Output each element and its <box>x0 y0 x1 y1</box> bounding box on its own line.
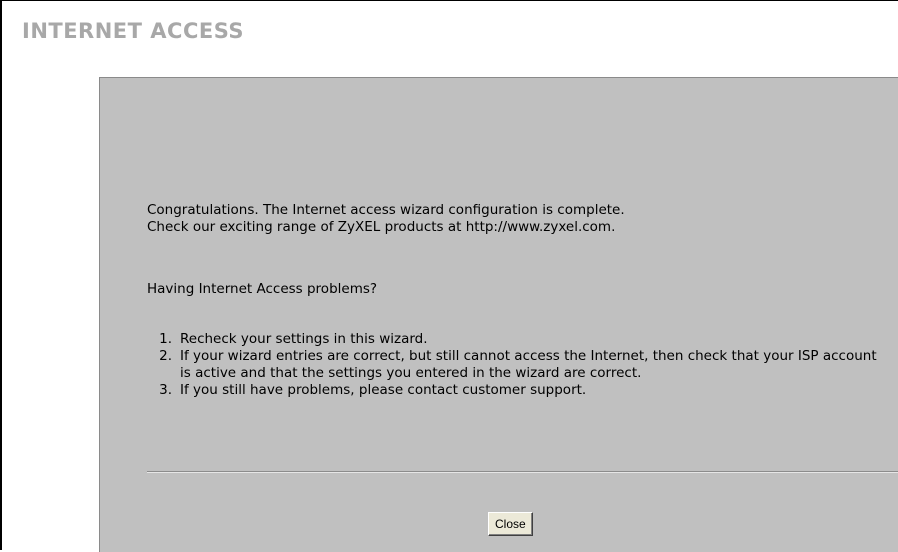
step-text: If your wizard entries are correct, but … <box>180 348 877 381</box>
step-number: 1. <box>159 331 172 347</box>
wizard-window: INTERNET ACCESS Congratulations. The Int… <box>0 0 898 552</box>
problems-heading: Having Internet Access problems? <box>147 281 378 297</box>
divider <box>147 471 898 473</box>
page-title: INTERNET ACCESS <box>22 19 245 43</box>
products-link-message: Check our exciting range of ZyXEL produc… <box>147 219 616 235</box>
congrats-message: Congratulations. The Internet access wiz… <box>147 202 625 218</box>
troubleshooting-steps: 1. Recheck your settings in this wizard.… <box>147 331 880 399</box>
list-item: 1. Recheck your settings in this wizard. <box>147 331 880 348</box>
step-text: If you still have problems, please conta… <box>180 382 587 398</box>
step-number: 2. <box>159 348 172 364</box>
step-number: 3. <box>159 382 172 398</box>
step-text: Recheck your settings in this wizard. <box>180 331 428 347</box>
wizard-panel: Congratulations. The Internet access wiz… <box>99 77 898 552</box>
close-button[interactable]: Close <box>488 512 533 536</box>
list-item: 2. If your wizard entries are correct, b… <box>147 348 880 382</box>
list-item: 3. If you still have problems, please co… <box>147 382 880 399</box>
